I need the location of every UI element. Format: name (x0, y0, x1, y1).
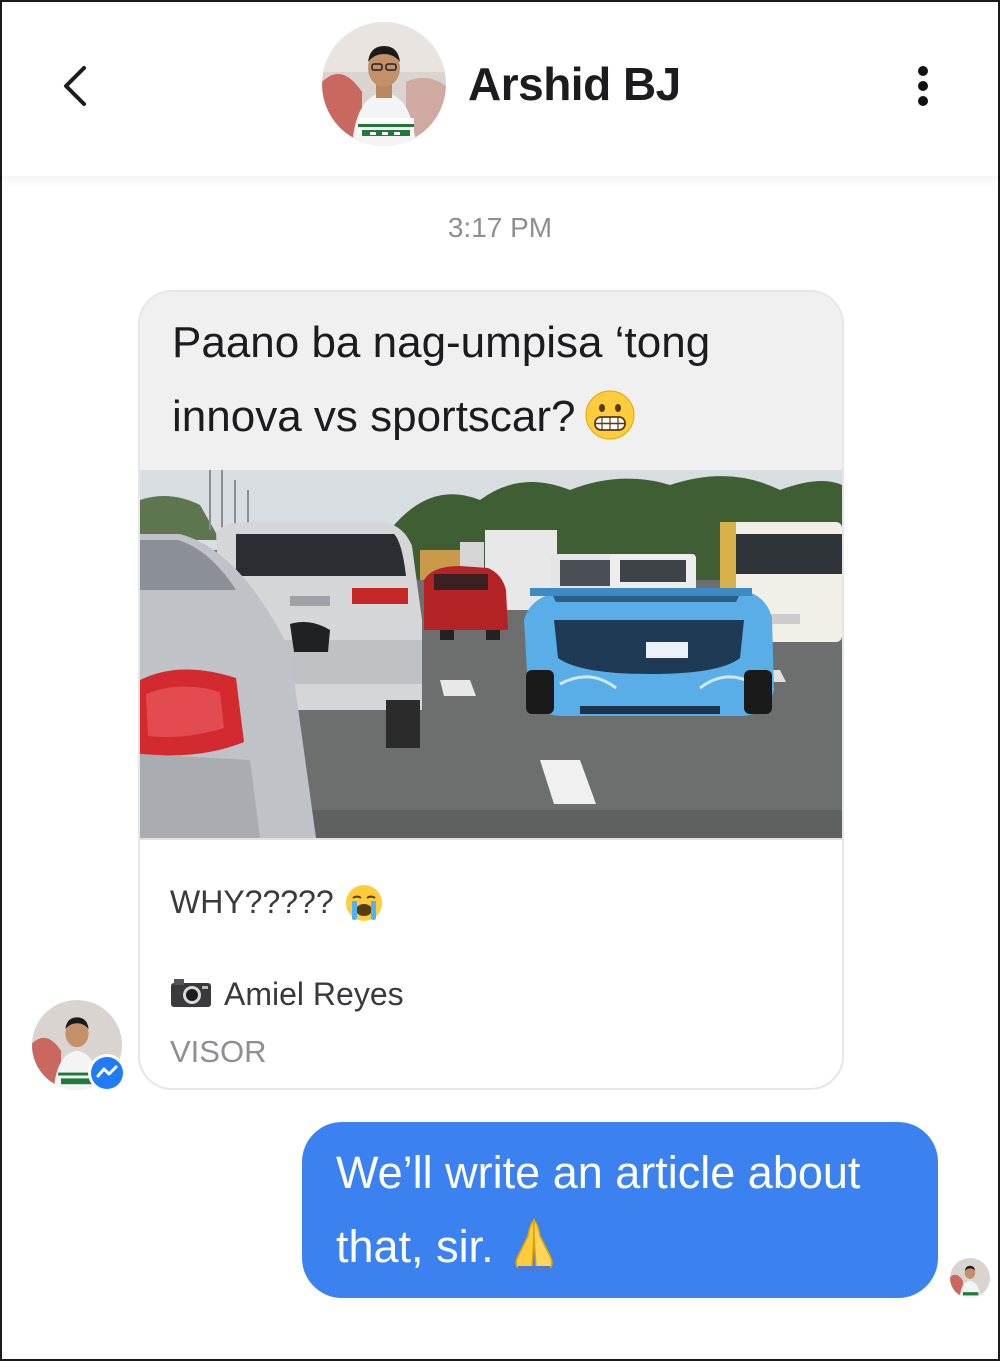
incoming-message-card[interactable]: Paano ba nag-umpisa ‘tong innova vs spor… (138, 290, 844, 1090)
grimacing-face-emoji (585, 390, 635, 440)
caption-text: WHY????? (170, 884, 334, 920)
incoming-message-text: Paano ba nag-umpisa ‘tong innova vs spor… (172, 306, 812, 454)
contact-avatar[interactable] (322, 22, 446, 146)
messenger-badge (88, 1054, 126, 1092)
read-receipt-avatar (950, 1258, 990, 1298)
chevron-left-icon (64, 66, 86, 106)
incoming-text-section: Paano ba nag-umpisa ‘tong innova vs spor… (140, 292, 842, 470)
traffic-photo[interactable] (140, 470, 842, 838)
avatar-photo (322, 22, 446, 146)
photo-credit: Amiel Reyes (170, 972, 404, 1016)
folded-hands-emoji (514, 1218, 553, 1271)
contact-name[interactable]: Arshid BJ (468, 54, 681, 114)
back-button[interactable] (54, 60, 98, 112)
message-timestamp: 3:17 PM (447, 212, 553, 243)
outgoing-message-text: We’ll write an article about that, sir. (336, 1136, 926, 1284)
more-options-button[interactable] (908, 62, 938, 110)
messenger-icon (91, 1057, 123, 1089)
outgoing-text-content: We’ll write an article about that, sir. (336, 1147, 861, 1272)
photo-caption: WHY????? (170, 880, 384, 924)
camera-icon (171, 979, 211, 1007)
card-divider (140, 838, 842, 840)
chat-header: Arshid BJ (2, 2, 998, 176)
outgoing-message-bubble[interactable]: We’ll write an article about that, sir. (302, 1122, 938, 1298)
traffic-photo-illustration (140, 470, 842, 838)
loudly-crying-face-emoji (345, 885, 382, 921)
read-receipt-photo (950, 1258, 990, 1298)
credit-name: Amiel Reyes (224, 976, 404, 1012)
source-label[interactable]: VISOR (170, 1030, 266, 1074)
